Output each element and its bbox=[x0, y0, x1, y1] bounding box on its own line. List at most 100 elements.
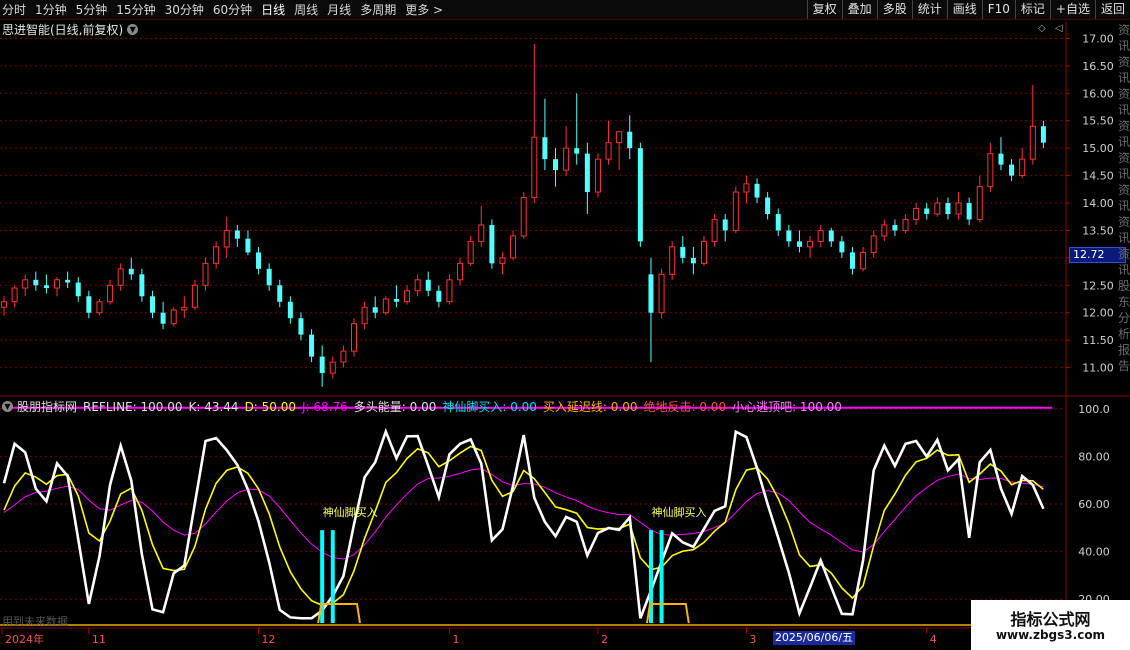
candle-body bbox=[245, 238, 251, 253]
chevron-left-icon[interactable]: ◁ bbox=[1055, 23, 1063, 34]
date-tick-label: 2 bbox=[601, 633, 608, 646]
diamond-icon[interactable]: ◇ bbox=[1038, 23, 1046, 34]
price-tick-label: 11.00 bbox=[1082, 362, 1114, 375]
candle-body bbox=[690, 257, 696, 264]
candle-body bbox=[404, 290, 411, 303]
shenxian-value: 神仙脚买入: 0.00 bbox=[442, 400, 537, 414]
date-tick-label: 3 bbox=[749, 633, 756, 646]
chevron-down-icon[interactable]: ▼ bbox=[127, 24, 139, 35]
candle-body bbox=[775, 213, 781, 231]
candle-body bbox=[637, 148, 643, 242]
candle-body bbox=[743, 183, 750, 193]
candle-body bbox=[754, 183, 760, 198]
candle-body bbox=[542, 137, 548, 160]
indicator-name: 股朋指标网 bbox=[17, 400, 78, 414]
candle-body bbox=[223, 229, 230, 248]
price-tick-label: 16.50 bbox=[1082, 60, 1114, 73]
watermark-url: www.zbgs3.com bbox=[995, 628, 1106, 642]
date-tick-label: 4 bbox=[930, 633, 937, 646]
candle-body bbox=[11, 287, 18, 303]
candle-body bbox=[213, 246, 220, 264]
candle-body bbox=[510, 235, 517, 259]
price-tick-label: 14.00 bbox=[1082, 197, 1114, 210]
candle-body bbox=[658, 273, 665, 314]
k-line bbox=[2, 427, 1045, 620]
price-tick-label: 12.00 bbox=[1082, 307, 1114, 320]
candle-body bbox=[1029, 125, 1036, 160]
candle-body bbox=[913, 208, 920, 220]
candle-body bbox=[902, 218, 909, 231]
price-tick-label: 16.00 bbox=[1082, 87, 1114, 100]
candle-body bbox=[128, 268, 134, 275]
price-tick-label: 11.50 bbox=[1082, 334, 1114, 347]
candle-body bbox=[181, 306, 188, 311]
candle-body bbox=[436, 290, 442, 302]
candle-body bbox=[170, 309, 177, 325]
candle-body bbox=[584, 153, 590, 193]
d-value: D: 50.00 bbox=[244, 399, 297, 414]
delay-line bbox=[645, 602, 690, 624]
d-line bbox=[3, 445, 1044, 607]
candle-body bbox=[457, 262, 464, 281]
ind-tick-label: 40.00 bbox=[1078, 546, 1110, 559]
candle-body bbox=[594, 158, 601, 193]
candle-body bbox=[870, 235, 877, 253]
candle-body bbox=[881, 224, 888, 237]
candle-body bbox=[96, 301, 103, 314]
cursor-date: 2025/06/06/五 bbox=[773, 631, 855, 645]
candle-body bbox=[489, 224, 495, 264]
candle-body bbox=[425, 279, 431, 291]
candle-body bbox=[701, 240, 707, 264]
candle-body bbox=[75, 282, 81, 297]
ind-tick-label: 80.00 bbox=[1078, 450, 1110, 463]
candle-body bbox=[796, 241, 802, 247]
candle-body bbox=[987, 153, 994, 188]
stock-title: 思进智能(日线,前复权) bbox=[2, 23, 124, 37]
candle-body bbox=[298, 318, 304, 335]
side-info-tabs[interactable]: 资讯资讯资讯资讯资讯资讯资讯资讯股东分析报告 bbox=[1118, 22, 1130, 397]
candle-body bbox=[117, 268, 124, 286]
candle-body bbox=[277, 285, 283, 302]
ind-tick-label: 60.00 bbox=[1078, 498, 1110, 511]
chevron-down-icon[interactable]: ▼ bbox=[2, 401, 13, 412]
date-tick-label: 12 bbox=[262, 633, 276, 646]
refline-value: REFLINE: 100.00 bbox=[83, 399, 183, 414]
candle-body bbox=[966, 203, 972, 220]
k-value: K: 43.44 bbox=[188, 399, 239, 414]
xiaoxin-value: 小心逃顶吧: 100.00 bbox=[732, 400, 842, 414]
price-tick-label: 14.50 bbox=[1082, 170, 1114, 183]
candle-body bbox=[765, 197, 771, 214]
chart-canvas[interactable]: 17.00 16.50 16.00 15.50 15.00 14.50 14.00 13.50… bbox=[0, 0, 1130, 650]
price-tick-label: 17.00 bbox=[1082, 32, 1114, 45]
price-tick-label: 13.50 bbox=[1082, 224, 1114, 237]
j-value: J: 68.76 bbox=[302, 399, 348, 414]
candle-body bbox=[934, 202, 941, 215]
candle-body bbox=[732, 191, 739, 231]
candle-body bbox=[478, 224, 485, 242]
stock-title-bar: 思进智能(日线,前复权) ▼ bbox=[2, 21, 139, 38]
candle-body bbox=[945, 203, 951, 214]
candle-body bbox=[202, 262, 209, 286]
date-tick-label: 11 bbox=[92, 633, 106, 646]
candle-body bbox=[860, 251, 867, 270]
candle-body bbox=[22, 279, 29, 289]
candle-body bbox=[1019, 158, 1026, 177]
candle-body bbox=[924, 208, 930, 214]
candle-body bbox=[786, 230, 792, 242]
indicator-header: ▼ 股朋指标网 REFLINE: 100.00 K: 43.44 D: 50.0… bbox=[2, 398, 848, 415]
candle-body bbox=[107, 284, 114, 303]
candle-body bbox=[329, 361, 336, 374]
candle-body bbox=[160, 312, 166, 324]
future-data-note: 用到未来数据 bbox=[2, 615, 68, 628]
candle-body bbox=[467, 240, 474, 264]
candle-body bbox=[54, 279, 61, 289]
candle-body bbox=[807, 240, 814, 248]
price-tick-label: 15.00 bbox=[1082, 142, 1114, 155]
candle-body bbox=[372, 307, 378, 313]
buy-signal-label: 神仙脚买入 bbox=[651, 505, 706, 519]
candle-body bbox=[998, 153, 1004, 165]
candle-body bbox=[446, 279, 453, 303]
price-tick-label: 12.50 bbox=[1082, 279, 1114, 292]
ind-tick-label: 100.0 bbox=[1078, 403, 1110, 416]
candle-body bbox=[149, 296, 155, 313]
